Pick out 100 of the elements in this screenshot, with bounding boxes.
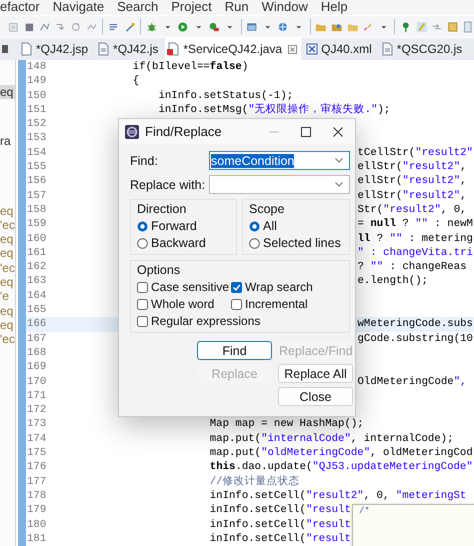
- checkbox[interactable]: [137, 282, 148, 293]
- view-menu-icon[interactable]: [2, 45, 10, 53]
- line-number: 156: [26, 174, 48, 189]
- tree-item[interactable]: eq: [0, 85, 15, 100]
- code-line: inInfo.setStatus(-1);: [157, 88, 294, 103]
- line-number: 164: [26, 288, 48, 304]
- code-line: e.length();: [358, 274, 428, 289]
- menu-item[interactable]: efactor: [0, 0, 40, 14]
- menu-item[interactable]: Run: [224, 0, 249, 14]
- menu-item[interactable]: Search: [117, 0, 158, 14]
- dialog-button[interactable]: Replace All: [278, 364, 353, 383]
- editor-tab[interactable]: *QSCG20.js: [378, 38, 468, 60]
- java-file-icon: [167, 42, 180, 56]
- line-number: 172: [26, 403, 48, 418]
- code-line: ellStr("result2",: [358, 174, 467, 189]
- line-number: 148: [26, 60, 48, 74]
- checkbox[interactable]: [137, 316, 148, 327]
- tree-item[interactable]: eq: [0, 204, 15, 218]
- line-number: 162: [26, 260, 48, 274]
- document-icon: [20, 42, 33, 56]
- script-file-icon: [380, 42, 394, 56]
- radio-button[interactable]: [249, 221, 260, 232]
- combo-field[interactable]: someCondition: [209, 151, 350, 170]
- chevron-down-icon[interactable]: [334, 158, 343, 163]
- dialog-button[interactable]: Find: [197, 341, 272, 360]
- radio-button[interactable]: [137, 238, 148, 249]
- radio-label: All: [263, 219, 277, 234]
- code-line: this.dao.update("QJ53.updateMeteringCode": [208, 460, 473, 475]
- line-number: 165: [26, 303, 48, 318]
- tree-item[interactable]: 'ec: [0, 218, 15, 232]
- line-number: 171: [26, 388, 48, 404]
- menu-item[interactable]: Navigate: [52, 0, 104, 14]
- close-icon[interactable]: [333, 126, 343, 136]
- line-number: 161: [26, 246, 48, 260]
- line-number: 151: [26, 102, 48, 118]
- checkbox-label: Wrap search: [245, 280, 313, 295]
- xml-file-icon: [305, 42, 318, 56]
- window-title: Find/Replace: [145, 124, 222, 139]
- code-line: Map map = new HashMap();: [208, 417, 364, 432]
- line-number: 175: [26, 446, 48, 460]
- tree-item[interactable]: eq: [0, 318, 15, 332]
- line-number: 180: [26, 518, 48, 532]
- code-line: map.put("oldMeteringCode", oldMeteringCod: [208, 446, 473, 460]
- tree-item[interactable]: 'e: [0, 289, 15, 304]
- document-icon[interactable]: [446, 20, 458, 34]
- code-line: wMeteringCode.subs: [358, 317, 473, 332]
- run-icon[interactable]: [177, 20, 189, 34]
- code-line: ? "" : changeReas: [358, 260, 467, 274]
- tree-item[interactable]: eq: [0, 246, 15, 261]
- line-number: 179: [26, 503, 48, 518]
- chevron-down-icon[interactable]: [335, 182, 343, 187]
- editor-tab[interactable]: *QJ42.jsp: [18, 38, 94, 60]
- tree-item[interactable]: 'ec: [0, 332, 15, 347]
- checkbox-label: Incremental: [245, 297, 308, 312]
- line-number: 152: [26, 117, 48, 132]
- radio-button[interactable]: [249, 238, 260, 249]
- code-line: inInfo.setMsg("无权限操作，审核失败.");: [157, 102, 390, 118]
- checkbox[interactable]: [231, 282, 242, 293]
- code-line: = null ? "" : newM: [358, 217, 473, 232]
- line-number: 159: [26, 217, 48, 232]
- line-number: 157: [26, 188, 48, 203]
- editor-tab[interactable]: QJ40.xml: [303, 38, 377, 60]
- tree-item[interactable]: ra: [0, 134, 15, 149]
- code-line: ellStr("result2",: [358, 160, 467, 174]
- maximize-icon[interactable]: [301, 126, 311, 136]
- line-number: 174: [26, 432, 48, 446]
- line-number: 160: [26, 232, 48, 246]
- combo-field[interactable]: [209, 175, 350, 194]
- group-title: Direction: [137, 202, 188, 217]
- tree-item[interactable]: eq: [0, 232, 15, 246]
- checkbox[interactable]: [137, 299, 148, 310]
- code-line: map.put("internalCode", internalCode);: [208, 432, 454, 446]
- editor-tab[interactable]: *QJ42.js: [95, 38, 164, 60]
- line-number: 170: [26, 374, 48, 389]
- code-line: //修改计量点状态: [208, 474, 300, 489]
- radio-label: Backward: [151, 236, 206, 251]
- code-line: {: [132, 74, 140, 89]
- menu-item[interactable]: Project: [171, 0, 212, 14]
- line-number: 176: [26, 460, 48, 475]
- editor-tab[interactable]: *ServiceQJ42.java: [165, 38, 302, 60]
- script-file-icon: [97, 42, 110, 56]
- checkbox[interactable]: [231, 299, 242, 310]
- doc-comment-text: /*: [359, 506, 370, 517]
- line-number: 177: [26, 474, 48, 489]
- tree-item[interactable]: 'ec: [0, 260, 15, 276]
- document-icon[interactable]: [462, 20, 474, 34]
- line-number: 153: [26, 131, 48, 146]
- code-line: tCellStr("result2": [358, 146, 473, 160]
- group-title: Scope: [249, 202, 286, 217]
- line-number: 158: [26, 202, 48, 218]
- radio-button[interactable]: [137, 221, 148, 232]
- dialog-button[interactable]: Close: [278, 387, 353, 406]
- tree-item[interactable]: eq: [0, 275, 15, 290]
- tree-item[interactable]: eq: [0, 304, 15, 318]
- menu-item[interactable]: Window: [262, 0, 308, 14]
- field-label: Replace with:: [130, 178, 206, 192]
- menu-item[interactable]: Help: [320, 0, 348, 14]
- code-line: gCode.substring(10: [358, 332, 473, 346]
- line-number: 167: [26, 332, 48, 346]
- code-line: OldMeteringCode",: [358, 374, 467, 389]
